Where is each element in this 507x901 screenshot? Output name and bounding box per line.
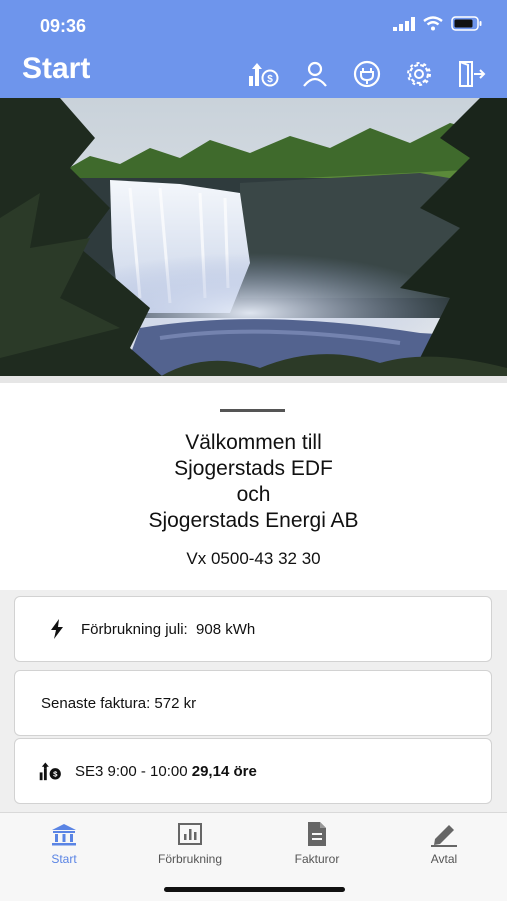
consumption-card[interactable]: Förbrukning juli: 908 kWh [14,596,492,662]
bank-icon [9,821,119,847]
settings-button[interactable] [403,58,435,90]
tab-bar: Start Förbrukning Fakturor Avtal [0,812,507,901]
wifi-icon [423,16,443,31]
welcome-line: och [236,483,271,506]
status-icons [393,16,483,31]
welcome-line: Sjogerstads Energi AB [148,509,359,532]
welcome-line: Välkommen till [185,431,322,454]
price-value: 29,14 öre [191,762,257,780]
price-period: SE3 9:00 - 10:00 [75,762,192,780]
welcome-text: Välkommen till Sjogerstads EDF och Sjoge… [0,430,507,534]
consumption-label: Förbrukning juli: 908 kWh [81,620,256,638]
document-icon [262,821,372,847]
tab-label: Förbrukning [157,852,223,866]
profile-button[interactable] [299,58,331,90]
user-icon [303,61,327,87]
tab-contracts[interactable]: Avtal [389,821,499,866]
drag-handle[interactable] [220,409,285,412]
logout-icon [459,61,486,87]
settings-icon [407,62,431,86]
page-title: Start [22,52,91,85]
tab-consumption[interactable]: Förbrukning [135,821,245,866]
invoice-label: Senaste faktura: 572 kr [41,694,197,712]
tab-label: Avtal [430,852,458,866]
welcome-panel: Välkommen till Sjogerstads EDF och Sjoge… [0,383,507,590]
toolbar: $ [247,58,487,90]
invoice-card[interactable]: Senaste faktura: 572 kr [14,670,492,736]
logout-button[interactable] [455,58,487,90]
switchboard-phone[interactable]: Vx 0500-43 32 30 [0,549,507,569]
app-header: 09:36 Start $ [0,0,507,98]
welcome-line: Sjogerstads EDF [174,457,333,480]
tab-label: Start [51,852,77,866]
pen-icon [389,821,499,847]
battery-icon [451,16,482,31]
bar-chart-icon [135,821,245,847]
status-time: 09:36 [40,16,87,36]
plug-button[interactable] [351,58,383,90]
svg-text:$: $ [267,74,273,85]
tab-start[interactable]: Start [9,821,119,866]
price-icon: $ [249,63,279,87]
hero-waterfall-image [0,98,507,383]
price-card[interactable]: $ SE3 9:00 - 10:00 29,14 öre [14,738,492,804]
tab-invoices[interactable]: Fakturor [262,821,372,866]
price-button[interactable]: $ [247,58,279,90]
svg-text:$: $ [53,770,58,779]
lightning-icon [45,619,69,639]
plug-icon [353,60,381,88]
signal-icon [393,16,415,31]
tab-label: Fakturor [294,852,340,866]
home-indicator[interactable] [164,887,345,892]
price-icon: $ [39,756,63,786]
